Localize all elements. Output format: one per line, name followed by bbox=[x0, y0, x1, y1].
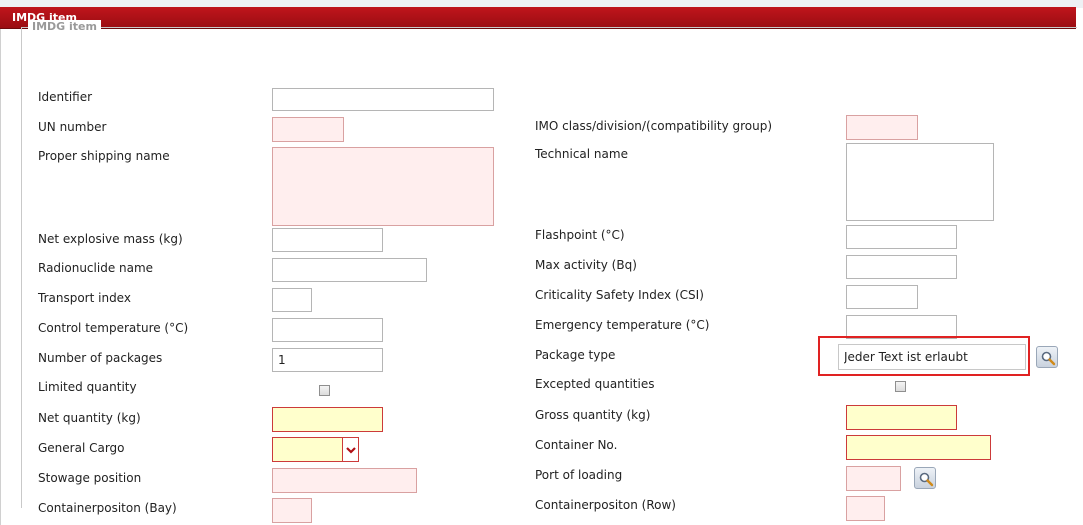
net-quantity-input[interactable] bbox=[272, 407, 383, 432]
net-quantity-label: Net quantity (kg) bbox=[38, 411, 141, 425]
proper-shipping-name-label: Proper shipping name bbox=[38, 149, 170, 163]
annotation-highlight-box bbox=[818, 336, 1030, 376]
container-no-label: Container No. bbox=[535, 438, 618, 452]
port-of-loading-search-button[interactable] bbox=[914, 467, 936, 489]
excepted-quantities-label: Excepted quantities bbox=[535, 377, 655, 391]
port-of-loading-input[interactable] bbox=[846, 466, 901, 491]
radionuclide-name-input[interactable] bbox=[272, 258, 427, 282]
net-explosive-mass-label: Net explosive mass (kg) bbox=[38, 232, 183, 246]
limited-quantity-checkbox[interactable] bbox=[319, 385, 330, 396]
magnifier-icon bbox=[919, 472, 934, 487]
transport-index-label: Transport index bbox=[38, 291, 131, 305]
gross-quantity-label: Gross quantity (kg) bbox=[535, 408, 651, 422]
technical-name-input[interactable] bbox=[846, 143, 994, 221]
containerposition-row-input[interactable] bbox=[846, 496, 885, 521]
general-cargo-dropdown-button[interactable] bbox=[343, 437, 359, 462]
max-activity-input[interactable] bbox=[846, 255, 957, 279]
number-of-packages-input[interactable] bbox=[272, 348, 383, 372]
fieldset-legend: IMDG item bbox=[28, 20, 101, 33]
containerposition-row-label: Containerpositon (Row) bbox=[535, 498, 676, 512]
flashpoint-label: Flashpoint (°C) bbox=[535, 228, 625, 242]
un-number-label: UN number bbox=[38, 120, 107, 134]
stowage-position-label: Stowage position bbox=[38, 471, 142, 485]
flashpoint-input[interactable] bbox=[846, 225, 957, 249]
transport-index-input[interactable] bbox=[272, 288, 312, 312]
imo-class-label: IMO class/division/(compatibility group) bbox=[535, 119, 773, 133]
containerposition-bay-label: Containerpositon (Bay) bbox=[38, 501, 177, 515]
identifier-label: Identifier bbox=[38, 90, 93, 104]
excepted-quantities-checkbox[interactable] bbox=[895, 381, 906, 392]
net-explosive-mass-input[interactable] bbox=[272, 228, 383, 252]
csi-label: Criticality Safety Index (CSI) bbox=[535, 288, 704, 302]
number-of-packages-label: Number of packages bbox=[38, 351, 163, 365]
gross-quantity-input[interactable] bbox=[846, 405, 957, 430]
general-cargo-select[interactable] bbox=[272, 437, 343, 462]
radionuclide-name-label: Radionuclide name bbox=[38, 261, 154, 275]
container-no-input[interactable] bbox=[846, 435, 991, 460]
chevron-down-icon bbox=[346, 447, 356, 454]
port-of-loading-label: Port of loading bbox=[535, 468, 623, 482]
stowage-position-input[interactable] bbox=[272, 468, 417, 493]
max-activity-label: Max activity (Bq) bbox=[535, 258, 637, 272]
general-cargo-label: General Cargo bbox=[38, 441, 125, 455]
csi-input[interactable] bbox=[846, 285, 918, 309]
emergency-temperature-label: Emergency temperature (°C) bbox=[535, 318, 710, 332]
un-number-input[interactable] bbox=[272, 117, 344, 142]
proper-shipping-name-input[interactable] bbox=[272, 147, 494, 226]
control-temperature-label: Control temperature (°C) bbox=[38, 321, 189, 335]
window-title: IMDG item bbox=[0, 7, 1076, 29]
package-type-label: Package type bbox=[535, 348, 616, 362]
technical-name-label: Technical name bbox=[535, 147, 628, 161]
control-temperature-input[interactable] bbox=[272, 318, 383, 342]
package-type-search-button[interactable] bbox=[1036, 346, 1058, 368]
imo-class-input[interactable] bbox=[846, 115, 918, 140]
magnifier-icon bbox=[1041, 351, 1056, 366]
containerposition-bay-input[interactable] bbox=[272, 498, 312, 523]
identifier-input[interactable] bbox=[272, 88, 494, 111]
limited-quantity-label: Limited quantity bbox=[38, 380, 137, 394]
